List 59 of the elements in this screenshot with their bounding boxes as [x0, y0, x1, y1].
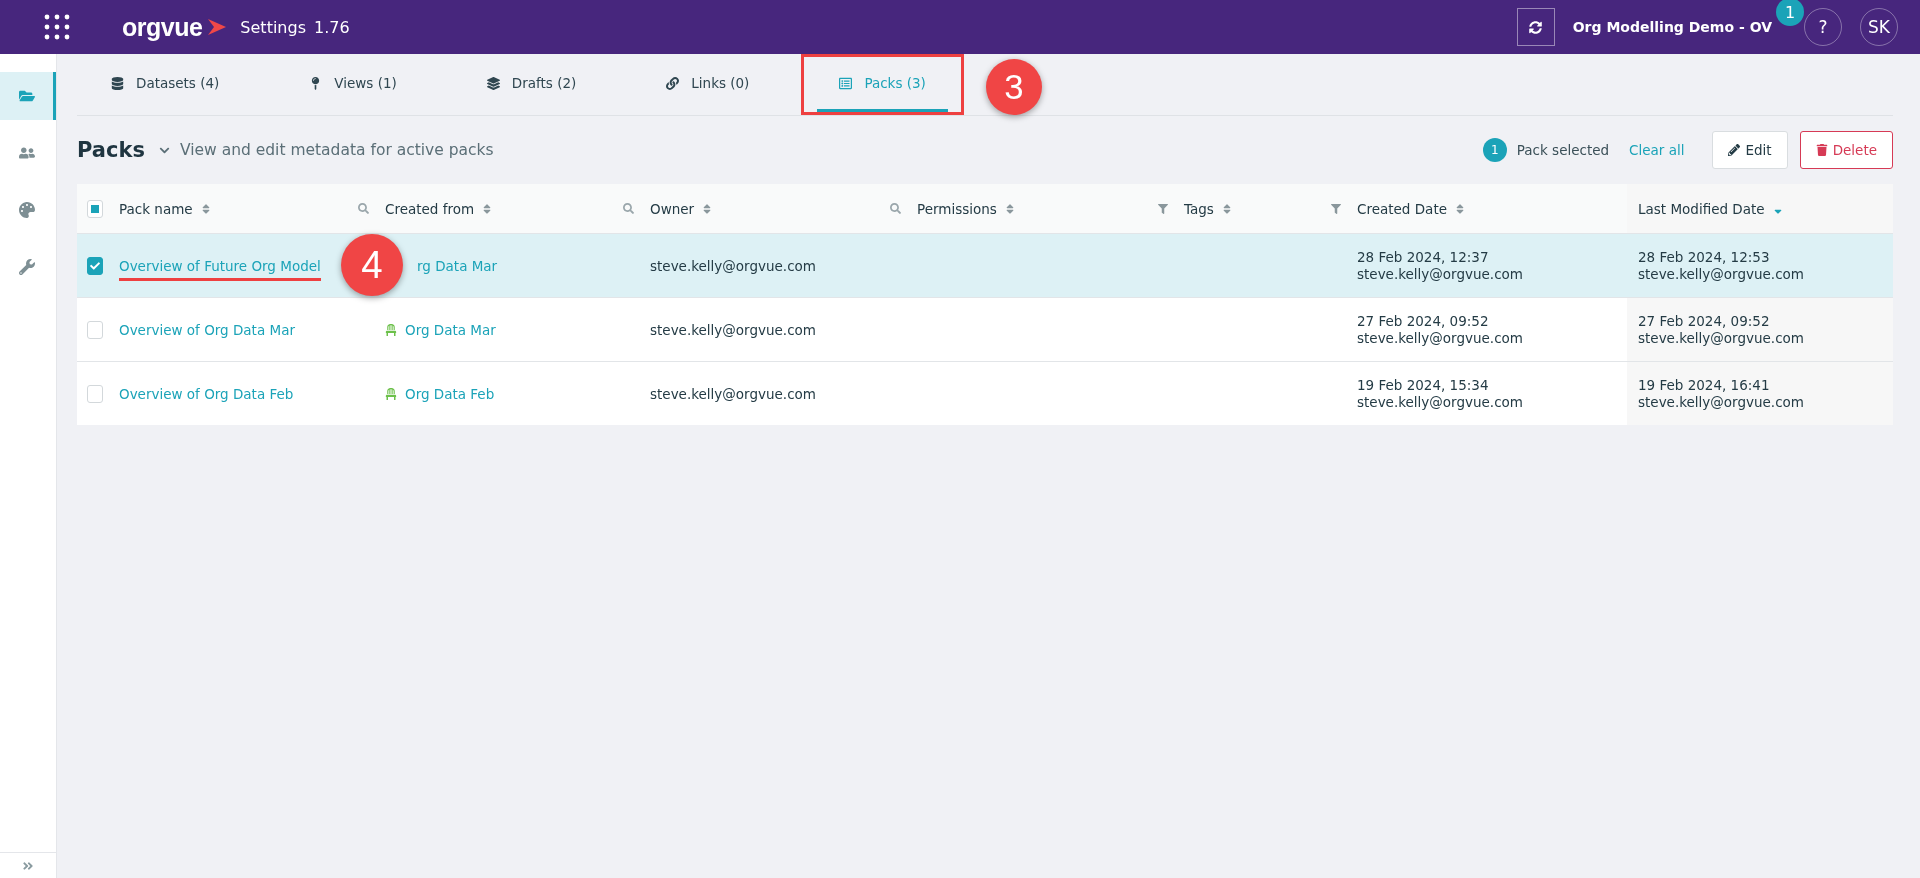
list-icon: [839, 76, 853, 90]
link-icon: [666, 76, 680, 90]
check-icon: [90, 260, 100, 271]
selection-count-badge: 1: [1482, 138, 1507, 162]
double-chevron-right-icon: [22, 859, 34, 872]
palette-icon: [18, 202, 35, 218]
column-header[interactable]: Tags: [1184, 200, 1233, 217]
notification-badge: 1: [1776, 0, 1804, 26]
app-grid-icon[interactable]: [44, 14, 70, 40]
column-header[interactable]: Created Date: [1357, 200, 1466, 217]
search-icon[interactable]: [358, 203, 369, 214]
table-cell: steve.kelly@orgvue.com: [650, 385, 816, 402]
table-cell: steve.kelly@orgvue.com: [650, 257, 816, 274]
delete-button[interactable]: Delete: [1799, 131, 1893, 169]
section-description: View and edit metadata for active packs: [179, 141, 494, 159]
trash-icon: [1815, 144, 1828, 156]
modified-info: 27 Feb 2024, 09:52 steve.kelly@orgvue.com: [1638, 312, 1804, 347]
edit-button[interactable]: Edit: [1712, 131, 1788, 169]
refresh-button[interactable]: [1516, 8, 1555, 46]
refresh-icon: [1529, 20, 1543, 34]
search-icon[interactable]: [890, 203, 901, 214]
created-info: 28 Feb 2024, 12:37 steve.kelly@orgvue.com: [1357, 248, 1523, 283]
column-header[interactable]: Permissions: [917, 200, 1016, 217]
tab[interactable]: Links (0): [644, 54, 772, 115]
modified-info: 28 Feb 2024, 12:53 steve.kelly@orgvue.com: [1638, 248, 1804, 283]
column-header[interactable]: Last Modified Date: [1638, 200, 1784, 217]
workspace-name[interactable]: Org Modelling Demo - OV: [1572, 19, 1772, 35]
row-checkbox[interactable]: [87, 256, 103, 275]
created-info: 27 Feb 2024, 09:52 steve.kelly@orgvue.com: [1357, 312, 1523, 347]
created-info: 19 Feb 2024, 15:34 steve.kelly@orgvue.com: [1357, 376, 1523, 411]
modified-info: 19 Feb 2024, 16:41 steve.kelly@orgvue.com: [1638, 376, 1804, 411]
chair-icon: [385, 323, 397, 336]
pencil-icon: [1728, 144, 1741, 156]
selection-label: Pack selected: [1516, 142, 1610, 158]
callout-number: 3: [985, 59, 1042, 115]
logo-text: orgvue: [122, 12, 203, 42]
layers-icon: [486, 76, 500, 90]
tab[interactable]: Drafts (2): [464, 54, 599, 115]
column-header[interactable]: Pack name: [119, 200, 212, 217]
column-header[interactable]: Owner: [650, 200, 714, 217]
sort-icon[interactable]: [1454, 202, 1466, 215]
wrench-icon: [18, 259, 35, 275]
version-label: 1.76: [314, 17, 350, 37]
section-title: Packs: [77, 138, 145, 162]
tab[interactable]: Datasets (4): [89, 54, 242, 115]
tab[interactable]: Views (1): [287, 54, 419, 115]
callout-number: 4: [341, 234, 403, 296]
database-icon: [111, 76, 124, 90]
page-title: Settings: [240, 17, 306, 37]
column-header[interactable]: Created from: [385, 200, 494, 217]
filter-icon[interactable]: [1158, 203, 1168, 214]
files-nav-item[interactable]: [0, 72, 56, 120]
chair-icon: [385, 387, 397, 400]
users-icon: [18, 145, 35, 161]
select-all-checkbox[interactable]: [87, 199, 103, 218]
search-icon[interactable]: [623, 203, 634, 214]
folder-icon: [18, 88, 35, 104]
table-cell: steve.kelly@orgvue.com: [650, 321, 816, 338]
filter-icon[interactable]: [1331, 203, 1341, 214]
